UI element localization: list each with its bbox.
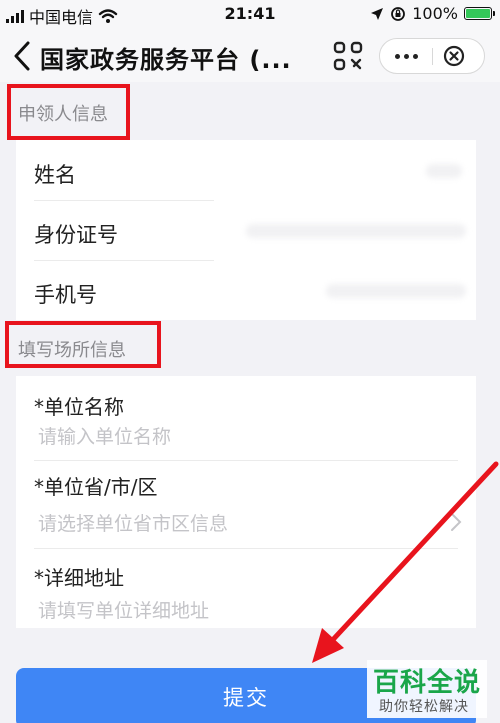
- field-label-unit-name: *单位名称: [34, 395, 124, 419]
- region-picker[interactable]: 请选择单位省市区信息: [38, 509, 228, 536]
- highlight-box-applicant: [7, 84, 130, 140]
- more-menu-icon[interactable]: [380, 39, 432, 73]
- field-label-address: *详细地址: [34, 566, 124, 590]
- battery-icon: [464, 7, 495, 20]
- applicant-card: 姓名 身份证号 手机号: [16, 140, 476, 320]
- rotation-lock-icon: [391, 6, 406, 21]
- status-bar: 中国电信 21:41 100%: [0, 0, 500, 30]
- chevron-right-icon[interactable]: [450, 512, 462, 532]
- nav-bar: 国家政务服务平台 (...: [0, 30, 500, 82]
- mini-program-capsule: [379, 38, 485, 74]
- scan-code-icon[interactable]: [332, 40, 364, 72]
- blurred-value: [326, 284, 466, 298]
- venue-card: *单位名称 请输入单位名称 *单位省/市/区 请选择单位省市区信息 *详细地址 …: [16, 376, 476, 628]
- blurred-value: [246, 224, 466, 238]
- back-arrow-icon[interactable]: [10, 39, 36, 73]
- watermark-subtitle: 助你轻松解决: [379, 699, 469, 715]
- page-title: 国家政务服务平台 (...: [40, 46, 292, 74]
- watermark-title: 百科全说: [373, 668, 482, 698]
- watermark-logo: 百科全说 助你轻松解决: [367, 660, 487, 718]
- row-label-phone: 手机号: [34, 283, 97, 307]
- row-label-name: 姓名: [34, 163, 76, 187]
- battery-percent: 100%: [412, 4, 458, 23]
- status-right: 100%: [370, 4, 495, 23]
- location-icon: [371, 7, 384, 20]
- field-label-region: *单位省/市/区: [34, 475, 158, 499]
- row-label-id-number: 身份证号: [34, 223, 118, 247]
- close-circle-icon[interactable]: [443, 45, 465, 67]
- unit-name-input[interactable]: 请输入单位名称: [38, 422, 171, 449]
- address-input[interactable]: 请填写单位详细地址: [38, 596, 209, 623]
- highlight-box-venue: [5, 321, 161, 368]
- blurred-value: [426, 164, 462, 178]
